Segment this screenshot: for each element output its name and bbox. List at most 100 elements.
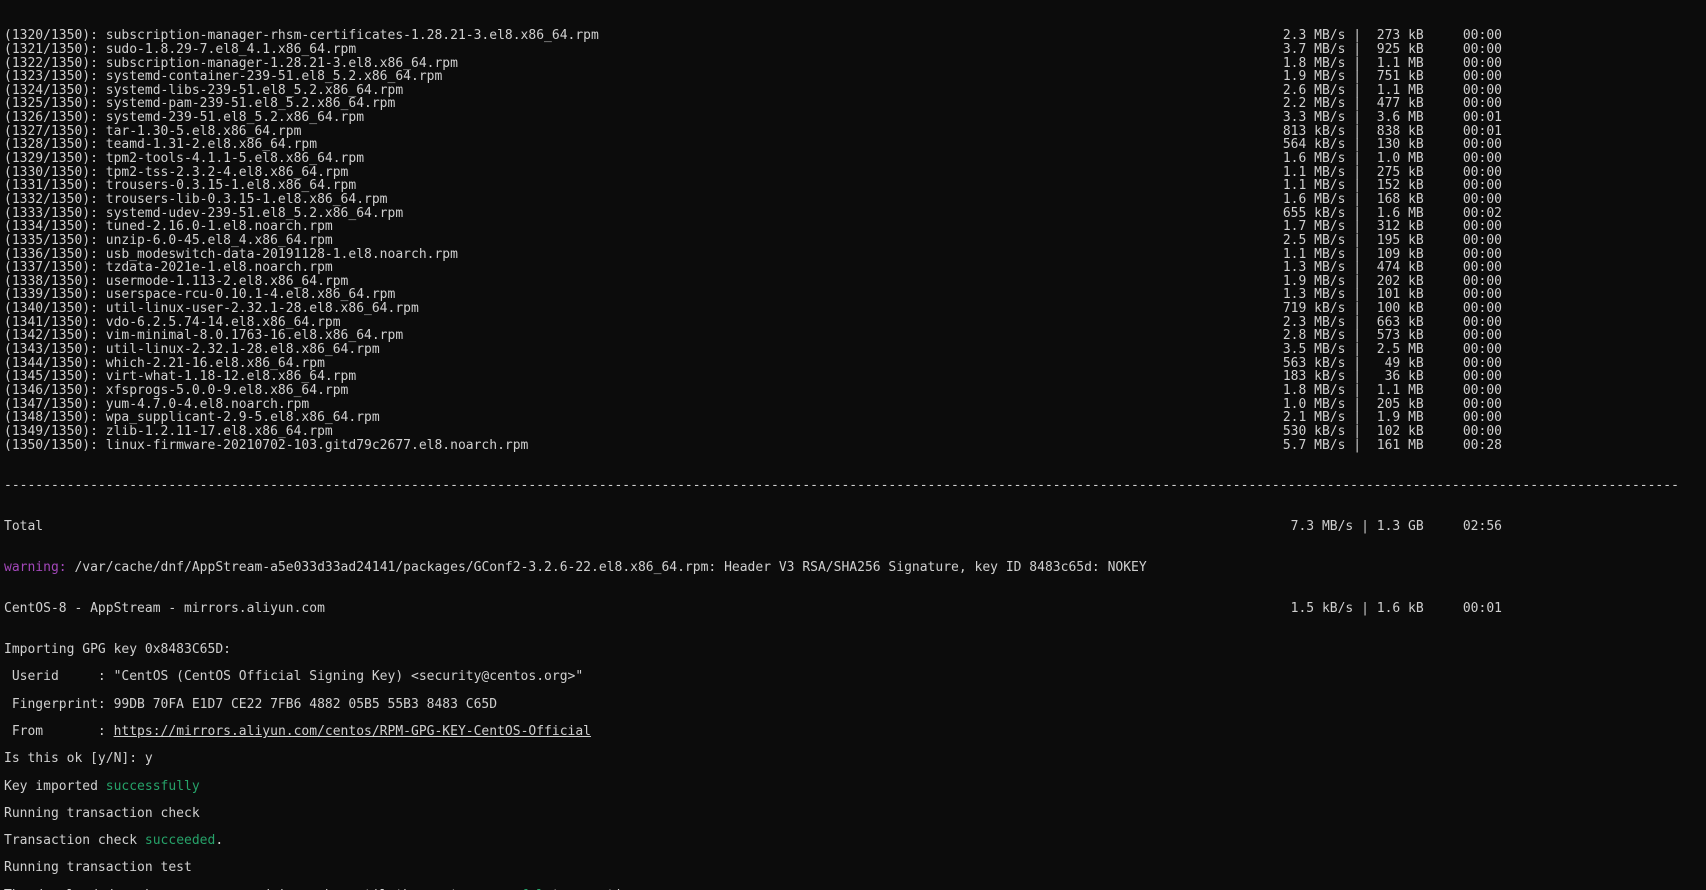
download-stats: 1.1 MB/s | 109 kB 00:00 <box>1242 248 1502 262</box>
running-check: Running transaction check <box>4 807 1702 821</box>
download-stats: 2.3 MB/s | 273 kB 00:00 <box>1242 29 1502 43</box>
download-stats: 2.1 MB/s | 1.9 MB 00:00 <box>1242 411 1502 425</box>
download-row: (1325/1350): systemd-pam-239-51.el8_5.2.… <box>4 97 1502 111</box>
package-name: (1335/1350): unzip-6.0-45.el8_4.x86_64.r… <box>4 234 333 248</box>
package-name: (1326/1350): systemd-239-51.el8_5.2.x86_… <box>4 111 364 125</box>
download-stats: 2.3 MB/s | 663 kB 00:00 <box>1242 316 1502 330</box>
download-row: (1337/1350): tzdata-2021e-1.el8.noarch.r… <box>4 261 1502 275</box>
download-row: (1350/1350): linux-firmware-20210702-103… <box>4 439 1502 453</box>
package-name: (1341/1350): vdo-6.2.5.74-14.el8.x86_64.… <box>4 316 341 330</box>
package-name: (1347/1350): yum-4.7.0-4.el8.noarch.rpm <box>4 398 309 412</box>
download-row: (1341/1350): vdo-6.2.5.74-14.el8.x86_64.… <box>4 316 1502 330</box>
download-stats: 1.7 MB/s | 312 kB 00:00 <box>1242 220 1502 234</box>
package-name: (1346/1350): xfsprogs-5.0.0-9.el8.x86_64… <box>4 384 348 398</box>
package-name: (1327/1350): tar-1.30-5.el8.x86_64.rpm <box>4 125 301 139</box>
download-row: (1322/1350): subscription-manager-1.28.2… <box>4 57 1502 71</box>
download-row: (1339/1350): userspace-rcu-0.10.1-4.el8.… <box>4 288 1502 302</box>
download-row: (1345/1350): virt-what-1.18-12.el8.x86_6… <box>4 370 1502 384</box>
download-row: (1324/1350): systemd-libs-239-51.el8_5.2… <box>4 84 1502 98</box>
download-row: (1334/1350): tuned-2.16.0-1.el8.noarch.r… <box>4 220 1502 234</box>
download-row: (1349/1350): zlib-1.2.11-17.el8.x86_64.r… <box>4 425 1502 439</box>
download-row: (1336/1350): usb_modeswitch-data-2019112… <box>4 248 1502 262</box>
download-stats: 655 kB/s | 1.6 MB 00:02 <box>1242 207 1502 221</box>
download-stats: 530 kB/s | 102 kB 00:00 <box>1242 425 1502 439</box>
download-stats: 1.3 MB/s | 474 kB 00:00 <box>1242 261 1502 275</box>
download-stats: 1.6 MB/s | 1.0 MB 00:00 <box>1242 152 1502 166</box>
download-stats: 1.3 MB/s | 101 kB 00:00 <box>1242 288 1502 302</box>
package-name: (1338/1350): usermode-1.113-2.el8.x86_64… <box>4 275 348 289</box>
package-name: (1340/1350): util-linux-user-2.32.1-28.e… <box>4 302 419 316</box>
download-stats: 183 kB/s | 36 kB 00:00 <box>1242 370 1502 384</box>
package-name: (1331/1350): trousers-0.3.15-1.el8.x86_6… <box>4 179 356 193</box>
package-name: (1320/1350): subscription-manager-rhsm-c… <box>4 29 599 43</box>
download-stats: 2.2 MB/s | 477 kB 00:00 <box>1242 97 1502 111</box>
package-name: (1323/1350): systemd-container-239-51.el… <box>4 70 442 84</box>
package-name: (1321/1350): sudo-1.8.29-7.el8_4.1.x86_6… <box>4 43 356 57</box>
package-name: (1339/1350): userspace-rcu-0.10.1-4.el8.… <box>4 288 395 302</box>
warning-line: warning: /var/cache/dnf/AppStream-a5e033… <box>4 561 1702 575</box>
download-row: (1342/1350): vim-minimal-8.0.1763-16.el8… <box>4 329 1502 343</box>
mirror-row: CentOS-8 - AppStream - mirrors.aliyun.co… <box>4 602 1502 616</box>
package-name: (1350/1350): linux-firmware-20210702-103… <box>4 439 528 453</box>
download-stats: 2.6 MB/s | 1.1 MB 00:00 <box>1242 84 1502 98</box>
gpg-userid: Userid : "CentOS (CentOS Official Signin… <box>4 670 1702 684</box>
download-row: (1338/1350): usermode-1.113-2.el8.x86_64… <box>4 275 1502 289</box>
package-name: (1332/1350): trousers-lib-0.3.15-1.el8.x… <box>4 193 388 207</box>
download-stats: 813 kB/s | 838 kB 00:01 <box>1242 125 1502 139</box>
download-stats: 563 kB/s | 49 kB 00:00 <box>1242 357 1502 371</box>
download-row: (1323/1350): systemd-container-239-51.el… <box>4 70 1502 84</box>
total-row: Total 7.3 MB/s | 1.3 GB 02:56 <box>4 520 1502 534</box>
download-row: (1329/1350): tpm2-tools-4.1.1-5.el8.x86_… <box>4 152 1502 166</box>
download-row: (1346/1350): xfsprogs-5.0.0-9.el8.x86_64… <box>4 384 1502 398</box>
download-stats: 1.1 MB/s | 152 kB 00:00 <box>1242 179 1502 193</box>
download-stats: 1.9 MB/s | 751 kB 00:00 <box>1242 70 1502 84</box>
gpg-fingerprint: Fingerprint: 99DB 70FA E1D7 CE22 7FB6 48… <box>4 698 1702 712</box>
package-name: (1322/1350): subscription-manager-1.28.2… <box>4 57 458 71</box>
package-name: (1336/1350): usb_modeswitch-data-2019112… <box>4 248 458 262</box>
confirm-prompt: Is this ok [y/N]: y <box>4 752 1702 766</box>
download-stats: 3.3 MB/s | 3.6 MB 00:01 <box>1242 111 1502 125</box>
package-name: (1329/1350): tpm2-tools-4.1.1-5.el8.x86_… <box>4 152 364 166</box>
download-stats: 564 kB/s | 130 kB 00:00 <box>1242 138 1502 152</box>
download-row: (1327/1350): tar-1.30-5.el8.x86_64.rpm 8… <box>4 125 1502 139</box>
download-stats: 3.5 MB/s | 2.5 MB 00:00 <box>1242 343 1502 357</box>
terminal-output[interactable]: (1320/1350): subscription-manager-rhsm-c… <box>0 0 1706 890</box>
package-name: (1348/1350): wpa_supplicant-2.9-5.el8.x8… <box>4 411 380 425</box>
package-name: (1337/1350): tzdata-2021e-1.el8.noarch.r… <box>4 261 333 275</box>
download-row: (1331/1350): trousers-0.3.15-1.el8.x86_6… <box>4 179 1502 193</box>
download-row: (1321/1350): sudo-1.8.29-7.el8_4.1.x86_6… <box>4 43 1502 57</box>
package-name: (1342/1350): vim-minimal-8.0.1763-16.el8… <box>4 329 403 343</box>
package-name: (1343/1350): util-linux-2.32.1-28.el8.x8… <box>4 343 380 357</box>
download-stats: 719 kB/s | 100 kB 00:00 <box>1242 302 1502 316</box>
package-name: (1345/1350): virt-what-1.18-12.el8.x86_6… <box>4 370 356 384</box>
package-name: (1328/1350): teamd-1.31-2.el8.x86_64.rpm <box>4 138 317 152</box>
download-stats: 1.8 MB/s | 1.1 MB 00:00 <box>1242 384 1502 398</box>
download-row: (1347/1350): yum-4.7.0-4.el8.noarch.rpm … <box>4 398 1502 412</box>
total-label: Total <box>4 520 43 534</box>
download-row: (1320/1350): subscription-manager-rhsm-c… <box>4 29 1502 43</box>
download-stats: 1.9 MB/s | 202 kB 00:00 <box>1242 275 1502 289</box>
package-name: (1325/1350): systemd-pam-239-51.el8_5.2.… <box>4 97 395 111</box>
download-row: (1340/1350): util-linux-user-2.32.1-28.e… <box>4 302 1502 316</box>
download-row: (1333/1350): systemd-udev-239-51.el8_5.2… <box>4 207 1502 221</box>
download-stats: 2.5 MB/s | 195 kB 00:00 <box>1242 234 1502 248</box>
download-row: (1343/1350): util-linux-2.32.1-28.el8.x8… <box>4 343 1502 357</box>
package-name: (1324/1350): systemd-libs-239-51.el8_5.2… <box>4 84 403 98</box>
download-stats: 5.7 MB/s | 161 MB 00:28 <box>1242 439 1502 453</box>
separator-line: ----------------------------------------… <box>4 479 1702 493</box>
package-name: (1330/1350): tpm2-tss-2.3.2-4.el8.x86_64… <box>4 166 348 180</box>
download-row: (1335/1350): unzip-6.0-45.el8_4.x86_64.r… <box>4 234 1502 248</box>
download-stats: 1.8 MB/s | 1.1 MB 00:00 <box>1242 57 1502 71</box>
download-row: (1348/1350): wpa_supplicant-2.9-5.el8.x8… <box>4 411 1502 425</box>
key-imported: Key imported successfully <box>4 780 1702 794</box>
download-stats: 2.8 MB/s | 573 kB 00:00 <box>1242 329 1502 343</box>
download-stats: 3.7 MB/s | 925 kB 00:00 <box>1242 43 1502 57</box>
package-name: (1344/1350): which-2.21-16.el8.x86_64.rp… <box>4 357 325 371</box>
download-stats: 1.1 MB/s | 275 kB 00:00 <box>1242 166 1502 180</box>
total-stats: 7.3 MB/s | 1.3 GB 02:56 <box>1242 520 1502 534</box>
gpg-url[interactable]: https://mirrors.aliyun.com/centos/RPM-GP… <box>114 724 591 739</box>
package-name: (1333/1350): systemd-udev-239-51.el8_5.2… <box>4 207 403 221</box>
download-row: (1326/1350): systemd-239-51.el8_5.2.x86_… <box>4 111 1502 125</box>
download-row: (1330/1350): tpm2-tss-2.3.2-4.el8.x86_64… <box>4 166 1502 180</box>
gpg-from: From : https://mirrors.aliyun.com/centos… <box>4 725 1702 739</box>
